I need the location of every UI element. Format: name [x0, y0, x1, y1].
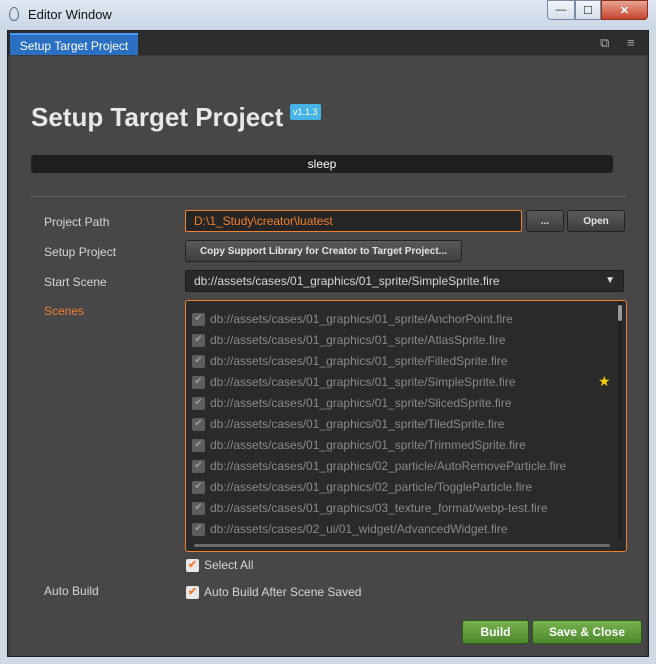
- scene-row[interactable]: ✔ db://assets/cases/02_ui/01_widget/Advan…: [192, 519, 508, 539]
- scene-checkbox[interactable]: ✔: [192, 417, 205, 431]
- menu-icon[interactable]: ≡: [627, 35, 635, 50]
- scene-path: db://assets/cases/01_graphics/01_sprite/…: [210, 396, 512, 410]
- minimize-icon: —: [555, 4, 567, 16]
- scenes-vertical-scrollbar[interactable]: [618, 303, 622, 539]
- scenes-scroll-thumb[interactable]: [618, 305, 622, 321]
- scene-row[interactable]: ✔ db://assets/cases/01_graphics/02_partic…: [192, 477, 532, 497]
- app-drop-icon: [9, 7, 19, 21]
- save-close-button[interactable]: Save & Close: [532, 620, 642, 644]
- scene-checkbox[interactable]: ✔: [192, 459, 205, 473]
- auto-build-option-label: Auto Build After Scene Saved: [204, 585, 362, 599]
- close-button[interactable]: ✕: [601, 0, 648, 20]
- scene-checkbox[interactable]: ✔: [192, 333, 205, 347]
- open-button[interactable]: Open: [567, 210, 625, 232]
- auto-build-label: Auto Build: [44, 584, 99, 598]
- auto-build-checkbox[interactable]: ✔: [186, 585, 199, 599]
- window-title: Editor Window: [28, 7, 112, 22]
- scene-row[interactable]: ✔ db://assets/cases/01_graphics/01_sprite…: [192, 330, 506, 350]
- scene-path: db://assets/cases/01_graphics/01_sprite/…: [210, 438, 526, 452]
- setup-panel: Setup Target Project v1.1.3 sleep Projec…: [10, 56, 646, 656]
- scene-path: db://assets/cases/01_graphics/02_particl…: [210, 459, 567, 473]
- scene-checkbox[interactable]: ✔: [192, 375, 205, 389]
- scene-checkbox[interactable]: ✔: [192, 396, 205, 410]
- start-scene-select[interactable]: db://assets/cases/01_graphics/01_sprite/…: [185, 270, 624, 292]
- editor-frame: Setup Target Project ⧉ ≡ Setup Target Pr…: [7, 30, 649, 657]
- scene-checkbox[interactable]: ✔: [192, 354, 205, 368]
- scene-path: db://assets/cases/01_graphics/01_sprite/…: [210, 417, 505, 431]
- close-icon: ✕: [619, 4, 630, 17]
- copy-support-library-button[interactable]: Copy Support Library for Creator to Targ…: [185, 240, 462, 262]
- scene-path: db://assets/cases/02_ui/01_widget/Advanc…: [210, 522, 508, 536]
- scene-row[interactable]: ✔ db://assets/cases/01_graphics/01_sprite…: [192, 393, 512, 413]
- scene-row[interactable]: ✔ db://assets/cases/01_graphics/01_sprite…: [192, 435, 526, 455]
- scene-row[interactable]: ✔ db://assets/cases/01_graphics/01_sprite…: [192, 309, 513, 329]
- star-icon: ★: [598, 373, 611, 389]
- minimize-button[interactable]: —: [547, 0, 575, 20]
- start-scene-value: db://assets/cases/01_graphics/01_sprite/…: [194, 274, 500, 288]
- scene-checkbox[interactable]: ✔: [192, 522, 205, 536]
- maximize-icon: ☐: [583, 4, 593, 17]
- browse-button[interactable]: ...: [526, 210, 564, 232]
- build-button[interactable]: Build: [462, 620, 529, 644]
- scene-row[interactable]: ✔ db://assets/cases/01_graphics/01_sprite…: [192, 414, 504, 434]
- version-badge: v1.1.3: [290, 104, 321, 120]
- select-all-option[interactable]: ✔ Select All: [186, 557, 253, 573]
- scene-row[interactable]: ✔ db://assets/cases/01_graphics/02_partic…: [192, 456, 566, 476]
- scene-row[interactable]: ✔ db://assets/cases/01_graphics/01_sprite…: [192, 351, 508, 371]
- divider: [31, 196, 627, 197]
- scene-row[interactable]: ✔ db://assets/cases/01_graphics/01_sprite…: [192, 372, 516, 392]
- page-title: Setup Target Project: [31, 102, 284, 132]
- scene-path: db://assets/cases/01_graphics/02_particl…: [210, 480, 533, 494]
- maximize-button[interactable]: ☐: [575, 0, 601, 20]
- popout-icon[interactable]: ⧉: [600, 35, 609, 51]
- scenes-list[interactable]: ✔ db://assets/cases/01_graphics/01_sprite…: [185, 300, 627, 552]
- tab-setup-target-project[interactable]: Setup Target Project: [10, 33, 138, 55]
- select-all-checkbox[interactable]: ✔: [186, 558, 199, 572]
- tab-bar: Setup Target Project ⧉ ≡: [8, 31, 648, 55]
- scene-checkbox[interactable]: ✔: [192, 312, 205, 326]
- scene-path: db://assets/cases/01_graphics/01_sprite/…: [210, 333, 506, 347]
- project-path-label: Project Path: [44, 215, 110, 229]
- dropdown-arrow-icon: ▼: [605, 275, 615, 286]
- project-path-input[interactable]: D:\1_Study\creator\luatest: [185, 210, 522, 232]
- scene-path: db://assets/cases/01_graphics/01_sprite/…: [210, 354, 508, 368]
- auto-build-option[interactable]: ✔ Auto Build After Scene Saved: [186, 584, 361, 600]
- select-all-label: Select All: [204, 558, 254, 572]
- scenes-horizontal-scrollbar[interactable]: [194, 544, 610, 547]
- scenes-label: Scenes: [44, 304, 85, 318]
- start-scene-label: Start Scene: [44, 275, 107, 289]
- scene-path: db://assets/cases/01_graphics/01_sprite/…: [210, 375, 516, 389]
- scene-path: db://assets/cases/01_graphics/01_sprite/…: [210, 312, 513, 326]
- scene-row[interactable]: ✔ db://assets/cases/01_graphics/03_textur…: [192, 498, 548, 518]
- setup-project-label: Setup Project: [44, 245, 117, 259]
- window-titlebar[interactable]: Editor Window — ☐ ✕: [0, 0, 656, 30]
- scene-checkbox[interactable]: ✔: [192, 480, 205, 494]
- scene-checkbox[interactable]: ✔: [192, 501, 205, 515]
- status-bar: sleep: [31, 155, 613, 173]
- scene-path: db://assets/cases/01_graphics/03_texture…: [210, 501, 548, 515]
- scene-checkbox[interactable]: ✔: [192, 438, 205, 452]
